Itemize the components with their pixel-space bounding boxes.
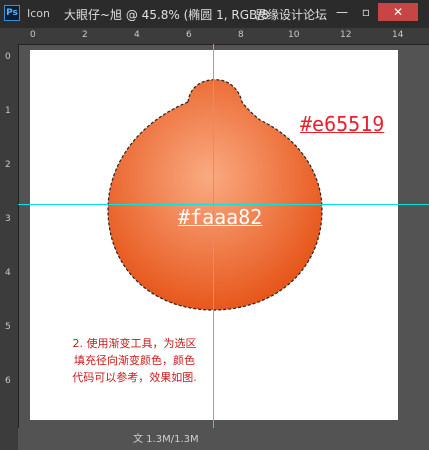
status-text: 文 1.3M/1.3M (133, 434, 199, 445)
ruler-tick-label: 1 (5, 106, 11, 116)
ruler-top[interactable]: 0 2 4 6 8 10 12 14 (18, 28, 429, 45)
ruler-tick-label: 4 (5, 268, 11, 278)
status-bar: 文 1.3M/1.3M (18, 428, 429, 450)
close-icon[interactable]: ✕ (378, 3, 418, 21)
ruler-tick-label: 10 (288, 30, 300, 40)
ruler-corner[interactable] (0, 28, 18, 44)
hex-label-outer: #e65519 (300, 112, 385, 136)
ruler-tick-label: 5 (5, 322, 11, 332)
instruction-note: 2. 使用渐变工具，为选区 填充径向渐变颜色，颜色 代码可以参考，效果如图. (42, 335, 227, 386)
maximize-icon[interactable]: ▫ (356, 3, 376, 21)
orange-selection (107, 79, 323, 311)
ruler-tick-label: 8 (238, 30, 244, 40)
ruler-tick-label: 6 (5, 376, 11, 386)
app-short-title: Icon (27, 7, 50, 20)
photoshop-window: Ps Icon 大眼仔~旭 @ 45.8% (椭圆 1, RGB/8 — ▫ ✕… (0, 0, 429, 450)
document-title: 大眼仔~旭 @ 45.8% (椭圆 1, RGB/8 (64, 8, 269, 22)
note-line-3: 代码可以参考，效果如图. (72, 371, 197, 384)
minimize-icon[interactable]: — (332, 3, 352, 21)
ruler-tick-label: 2 (5, 160, 11, 170)
ruler-tick-label: 14 (392, 30, 404, 40)
ruler-tick-label: 6 (186, 30, 192, 40)
note-line-2: 填充径向渐变颜色，颜色 (74, 354, 195, 367)
title-bar[interactable]: Ps Icon 大眼仔~旭 @ 45.8% (椭圆 1, RGB/8 — ▫ ✕… (0, 0, 429, 28)
note-line-1: 2. 使用渐变工具，为选区 (72, 337, 197, 350)
watermark: 思缘设计论坛 (255, 8, 328, 22)
ruler-tick-label: 0 (5, 52, 11, 62)
hex-label-center: #faaa82 (178, 205, 263, 229)
ruler-tick-label: 12 (340, 30, 352, 40)
ruler-left[interactable]: 0 1 2 3 4 5 6 (0, 44, 19, 450)
ruler-tick-label: 0 (30, 30, 36, 40)
ruler-tick-label: 2 (82, 30, 88, 40)
photoshop-logo-icon: Ps (4, 5, 20, 21)
guide-vertical[interactable] (213, 44, 214, 450)
ruler-tick-label: 3 (5, 214, 11, 224)
ruler-tick-label: 4 (134, 30, 140, 40)
